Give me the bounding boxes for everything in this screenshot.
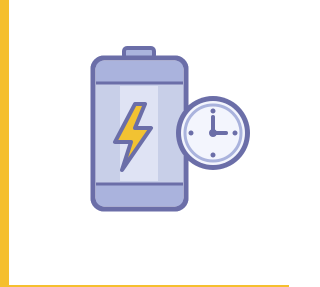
battery-charging-clock-icon — [0, 0, 289, 287]
clock-icon — [176, 96, 250, 170]
